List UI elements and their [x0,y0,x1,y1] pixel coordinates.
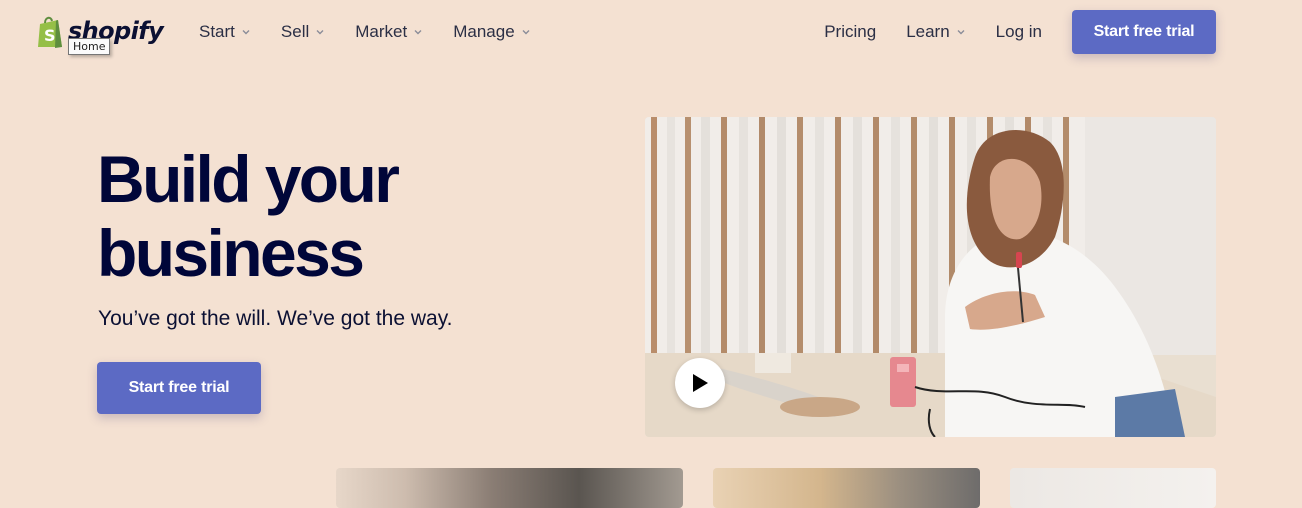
nav-market-label: Market [355,22,408,41]
nav-learn[interactable]: Learn [906,22,965,42]
play-icon [693,374,708,392]
hero-video[interactable] [645,117,1216,437]
nav-sell-label: Sell [280,22,310,41]
nav-login[interactable]: Log in [996,22,1042,42]
feature-image-2 [713,468,980,508]
header-start-trial-button[interactable]: Start free trial [1072,10,1216,54]
hero-title: Build your business [97,142,400,290]
secondary-nav: Pricing Learn Log in Start free trial [824,10,1216,54]
nav-market[interactable]: Market [355,22,423,42]
nav-manage[interactable]: Manage [453,22,530,42]
chevron-down-icon [242,30,250,35]
nav-start-label: Start [199,22,235,41]
nav-learn-label: Learn [906,22,950,41]
nav-manage-label: Manage [453,22,515,41]
chevron-down-icon [522,30,530,35]
video-still-image [645,117,1216,437]
shopify-bag-icon: S [36,16,66,48]
feature-image-1 [336,468,683,508]
play-button[interactable] [675,358,725,408]
nav-sell[interactable]: Sell [281,22,325,42]
feature-image-3 [1010,468,1216,508]
hero-title-line1: Build your [97,142,400,216]
chevron-down-icon [316,30,324,35]
primary-nav: Start Sell Market Manage [199,22,561,42]
nav-start[interactable]: Start [199,22,251,42]
site-header: S shopify Home Start Sell Market Manage … [0,0,1302,64]
svg-text:S: S [44,26,56,45]
chevron-down-icon [957,30,965,35]
nav-pricing[interactable]: Pricing [824,22,876,42]
hero-start-trial-button[interactable]: Start free trial [97,362,261,414]
home-tooltip: Home [68,38,111,55]
hero-title-line2: business [97,216,365,290]
chevron-down-icon [414,30,422,35]
hero-subtitle: You’ve got the will. We’ve got the way. [98,307,453,330]
